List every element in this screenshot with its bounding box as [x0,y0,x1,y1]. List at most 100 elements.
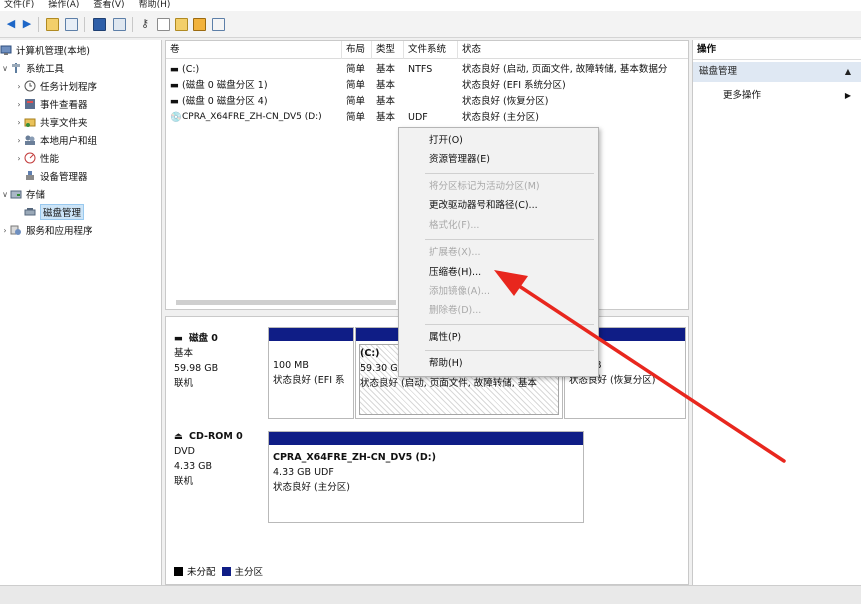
menu-item-shrink-volume[interactable]: 压缩卷(H)... [399,264,598,282]
menu-item-delete-volume[interactable]: 删除卷(D)... [399,302,598,320]
tree-label: 性能 [40,154,60,165]
cd-drive-icon: ⏏ [174,431,183,442]
column-type[interactable]: 类型 [372,41,404,59]
table-row[interactable]: ▬ (磁盘 0 磁盘分区 4) 简单 基本 状态良好 (恢复分区) [166,95,688,108]
tree-item-local-users[interactable]: › 本地用户和组 [14,132,97,148]
cell-volume: (C:) [182,64,200,75]
key-icon[interactable]: ⚷ [138,17,152,31]
menu-item-mark-active[interactable]: 将分区标记为活动分区(M) [399,178,598,196]
table-row[interactable]: ▬ (磁盘 0 磁盘分区 1) 简单 基本 状态良好 (EFI 系统分区) [166,79,688,92]
expand-right-icon[interactable]: › [14,82,24,91]
toolbar-separator [38,17,39,32]
tree-item-disk-management[interactable]: 磁盘管理 [24,204,85,220]
tree-label: 设备管理器 [40,172,88,183]
forward-arrow-icon[interactable]: ▶ [20,17,34,31]
toolbar-separator [132,17,133,32]
expand-down-icon[interactable]: ∨ [0,190,10,199]
column-filesystem[interactable]: 文件系统 [404,41,458,59]
shared-folder-icon [24,116,36,128]
volume-dash-icon: ▬ [170,96,179,107]
partition-efi[interactable]: 100 MB 状态良好 (EFI 系 [268,327,354,419]
menu-item-properties[interactable]: 属性(P) [399,329,598,347]
tree-item-system-tools[interactable]: ∨ 系统工具 [0,60,64,76]
actions-section-disk-management[interactable]: 磁盘管理 ▲ [693,62,861,82]
expand-right-icon[interactable]: › [14,118,24,127]
more-actions-item[interactable]: 更多操作 ▶ [693,88,861,104]
expand-right-icon[interactable]: › [14,154,24,163]
tree-label: 系统工具 [26,64,65,75]
menu-item-change-drive-letter[interactable]: 更改驱动器号和路径(C)... [399,197,598,215]
back-arrow-icon[interactable]: ◀ [4,17,18,31]
tree-label: 服务和应用程序 [26,226,93,237]
tree-item-services-apps[interactable]: › 服务和应用程序 [0,222,93,238]
properties-icon[interactable] [112,17,126,31]
cell-status: 状态良好 (恢复分区) [462,96,549,107]
cell-type: 基本 [376,96,396,107]
menu-view[interactable]: 查看(V) [93,0,124,11]
disk-icon[interactable] [192,17,206,31]
tree-item-computer-management[interactable]: 计算机管理(本地) [0,42,90,58]
cell-status: 状态良好 (主分区) [462,112,539,123]
menu-item-extend-volume[interactable]: 扩展卷(X)... [399,244,598,262]
tree-item-device-manager[interactable]: 设备管理器 [24,168,88,184]
cell-volume: (磁盘 0 磁盘分区 1) [182,80,268,91]
console-tree-icon[interactable] [64,17,78,31]
tree-item-event-viewer[interactable]: › 事件查看器 [14,96,88,112]
cd-drive-icon: 💿 [170,112,182,123]
tree-item-task-scheduler[interactable]: › 任务计划程序 [14,78,97,94]
tree-item-storage[interactable]: ∨ 存储 [0,186,45,202]
actions-title: 操作 [693,40,861,60]
column-layout[interactable]: 布局 [342,41,372,59]
tree-label: 磁盘管理 [40,204,85,220]
expand-right-icon[interactable]: › [14,100,24,109]
cell-type: 基本 [376,112,396,123]
partition-cdrom-d[interactable]: CPRA_X64FRE_ZH-CN_DV5 (D:) 4.33 GB UDF 状… [268,431,584,523]
partition-size: 100 MB [273,360,309,371]
expand-down-icon[interactable]: ∨ [0,64,10,73]
expand-right-icon[interactable]: › [0,226,10,235]
menu-file[interactable]: 文件(F) [4,0,34,11]
menu-item-open[interactable]: 打开(O) [399,132,598,150]
more-actions-label: 更多操作 [723,90,762,101]
table-row[interactable]: ▬ (C:) 简单 基本 NTFS 状态良好 (启动, 页面文件, 故障转储, … [166,63,688,76]
menu-bar: 文件(F) 操作(A) 查看(V) 帮助(H) [0,0,861,11]
up-folder-icon[interactable] [45,17,59,31]
menu-action[interactable]: 操作(A) [48,0,79,11]
scrollbar-thumb[interactable] [176,300,396,305]
tree-item-performance[interactable]: › 性能 [14,150,59,166]
cell-filesystem: NTFS [408,64,433,75]
menu-item-explorer[interactable]: 资源管理器(E) [399,151,598,169]
disk-management-icon [24,206,36,218]
cell-layout: 简单 [346,112,366,123]
partition-body: CPRA_X64FRE_ZH-CN_DV5 (D:) 4.33 GB UDF 状… [273,450,581,495]
help-icon[interactable] [92,17,106,31]
table-row[interactable]: 💿 CPRA_X64FRE_ZH-CN_DV5 (D:) 简单 基本 UDF 状… [166,111,688,124]
clock-icon [24,80,36,92]
partition-status: 状态良好 (启动, 页面文件, 故障转储, 基本 [360,378,537,389]
tree-item-shared-folders[interactable]: › 共享文件夹 [14,114,87,130]
menu-item-add-mirror[interactable]: 添加镜像(A)... [399,283,598,301]
menu-help[interactable]: 帮助(H) [139,0,171,11]
menu-separator [425,324,594,325]
disk0-label[interactable]: ▬ 磁盘 0 基本 59.98 GB 联机 [174,331,218,391]
cell-layout: 简单 [346,80,366,91]
menu-item-format[interactable]: 格式化(F)... [399,217,598,235]
checklist-icon[interactable] [174,17,188,31]
partition-size: B [595,358,683,373]
document-icon[interactable] [156,17,170,31]
menu-item-help[interactable]: 帮助(H) [399,355,598,373]
partition-bar [269,432,583,445]
event-viewer-icon [24,98,36,110]
disk0-size: 59.98 GB [174,363,219,374]
window-icon[interactable] [211,17,225,31]
column-status[interactable]: 状态 [458,41,690,59]
column-volume[interactable]: 卷 [166,41,342,59]
tree-label: 事件查看器 [40,100,88,111]
collapse-up-icon[interactable]: ▲ [845,62,851,82]
partition-status: 状态良好 (主分区) [273,482,350,493]
cdrom0-type: DVD [174,446,195,457]
partition-name: CPRA_X64FRE_ZH-CN_DV5 (D:) [273,452,436,463]
storage-icon [10,188,22,200]
expand-right-icon[interactable]: › [14,136,24,145]
cdrom0-label[interactable]: ⏏ CD-ROM 0 DVD 4.33 GB 联机 [174,429,243,489]
